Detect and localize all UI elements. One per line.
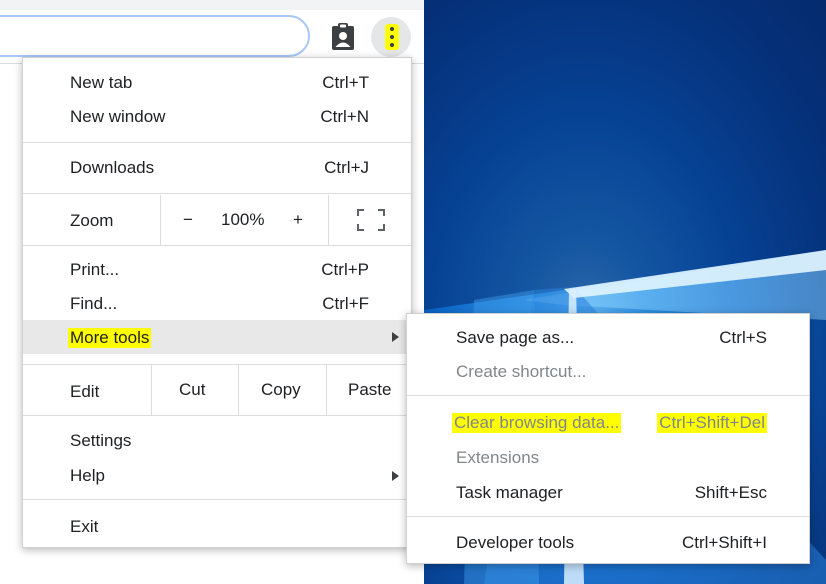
- submenu-item-extensions[interactable]: Extensions: [407, 441, 809, 476]
- submenu-item-label: Create shortcut...: [456, 362, 587, 381]
- more-tools-submenu: Save page as... Ctrl+S Create shortcut..…: [406, 313, 810, 564]
- edit-row: Edit Cut Copy Paste: [23, 365, 411, 415]
- submenu-item-label: Clear browsing data...: [452, 413, 622, 433]
- menu-item-label: Find...: [70, 294, 118, 313]
- menu-item-settings[interactable]: Settings: [23, 424, 411, 459]
- edit-label: Edit: [70, 382, 100, 401]
- submenu-item-label: Extensions: [456, 448, 540, 467]
- menu-divider: [407, 516, 809, 517]
- chrome-main-menu: New tab Ctrl+T New window Ctrl+N Downloa…: [22, 57, 412, 548]
- tab-strip: [0, 0, 424, 10]
- zoom-divider: [328, 195, 329, 245]
- submenu-item-clear-browsing-data[interactable]: Clear browsing data... Ctrl+Shift+Del: [407, 406, 809, 441]
- menu-item-shortcut: Ctrl+N: [320, 107, 369, 126]
- menu-item-label: Exit: [70, 517, 99, 536]
- menu-item-help[interactable]: Help: [23, 459, 411, 494]
- menu-item-label: Settings: [70, 431, 132, 450]
- menu-item-new-tab[interactable]: New tab Ctrl+T: [23, 66, 411, 101]
- copy-button[interactable]: Copy: [261, 380, 301, 400]
- menu-divider: [23, 142, 411, 143]
- fullscreen-icon[interactable]: [357, 209, 385, 231]
- submenu-item-save-page[interactable]: Save page as... Ctrl+S: [407, 321, 809, 356]
- menu-item-label: New window: [70, 107, 166, 126]
- menu-divider: [23, 193, 411, 194]
- cut-button[interactable]: Cut: [179, 380, 205, 400]
- edit-divider: [151, 365, 152, 415]
- submenu-item-task-manager[interactable]: Task manager Shift+Esc: [407, 476, 809, 511]
- menu-divider: [23, 499, 411, 500]
- zoom-out-button[interactable]: −: [183, 210, 193, 230]
- submenu-item-label: Save page as...: [456, 328, 575, 347]
- menu-item-find[interactable]: Find... Ctrl+F: [23, 287, 411, 322]
- submenu-item-developer-tools[interactable]: Developer tools Ctrl+Shift+I: [407, 526, 809, 561]
- submenu-item-create-shortcut: Create shortcut...: [407, 355, 809, 390]
- browser-toolbar: [0, 10, 424, 64]
- submenu-item-label: Task manager: [456, 483, 563, 502]
- menu-item-label: Downloads: [70, 158, 155, 177]
- menu-item-shortcut: Ctrl+J: [324, 158, 369, 177]
- edit-divider: [326, 365, 327, 415]
- menu-item-shortcut: Ctrl+T: [322, 73, 369, 92]
- chrome-menu-button[interactable]: [371, 17, 411, 57]
- menu-item-label: Print...: [70, 260, 120, 279]
- menu-item-print[interactable]: Print... Ctrl+P: [23, 253, 411, 288]
- zoom-label: Zoom: [70, 211, 114, 230]
- submenu-item-shortcut: Ctrl+S: [719, 328, 767, 347]
- zoom-in-button[interactable]: +: [293, 210, 303, 230]
- vertical-dots-icon: [390, 27, 394, 47]
- edit-divider: [238, 365, 239, 415]
- menu-item-more-tools[interactable]: More tools: [23, 320, 411, 354]
- zoom-row: Zoom − 100% +: [23, 195, 411, 245]
- menu-divider: [23, 245, 411, 246]
- account-button[interactable]: [326, 20, 360, 54]
- submenu-item-shortcut: Ctrl+Shift+Del: [657, 413, 767, 433]
- address-bar[interactable]: [0, 15, 310, 57]
- submenu-item-label: Developer tools: [456, 533, 575, 552]
- menu-item-label: Help: [70, 466, 105, 485]
- menu-item-shortcut: Ctrl+F: [322, 294, 369, 313]
- submenu-arrow-icon: [392, 471, 399, 481]
- menu-divider: [407, 395, 809, 396]
- zoom-divider: [160, 195, 161, 245]
- zoom-level: 100%: [221, 210, 265, 229]
- submenu-arrow-icon: [392, 332, 399, 342]
- menu-divider: [23, 415, 411, 416]
- menu-item-label: New tab: [70, 73, 133, 92]
- account-badge-icon: [332, 23, 354, 50]
- menu-item-downloads[interactable]: Downloads Ctrl+J: [23, 151, 411, 186]
- menu-item-shortcut: Ctrl+P: [321, 260, 369, 279]
- submenu-item-shortcut: Shift+Esc: [694, 483, 767, 502]
- menu-item-label: More tools: [68, 328, 152, 348]
- menu-item-new-window[interactable]: New window Ctrl+N: [23, 100, 411, 135]
- submenu-item-shortcut: Ctrl+Shift+I: [681, 533, 767, 552]
- menu-item-exit[interactable]: Exit: [23, 510, 411, 545]
- paste-button[interactable]: Paste: [348, 380, 391, 400]
